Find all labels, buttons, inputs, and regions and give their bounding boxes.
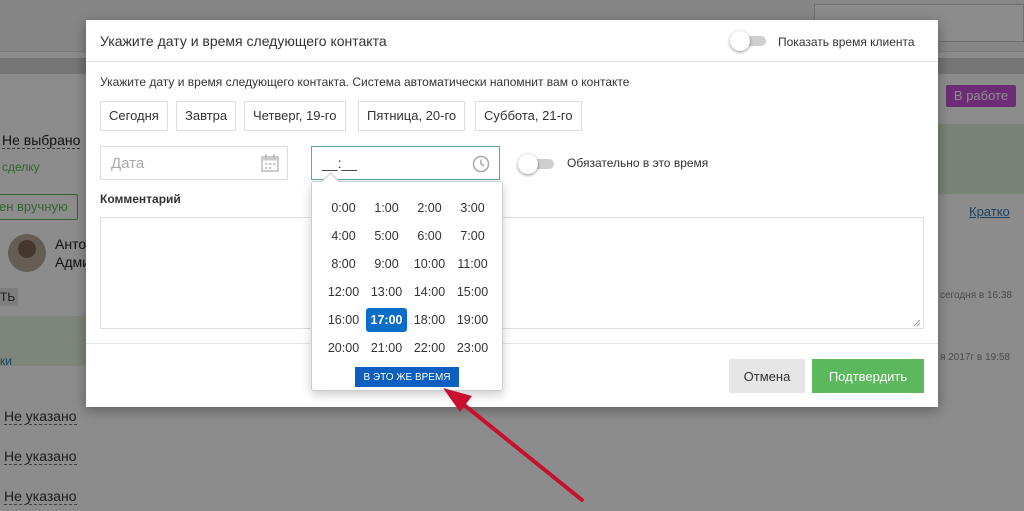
- time-option-label: 10:00: [413, 257, 446, 271]
- time-option-label: 16:00: [327, 313, 360, 327]
- time-option-label: 12:00: [327, 285, 360, 299]
- client-time-toggle[interactable]: [730, 31, 766, 51]
- time-option[interactable]: 17:00: [365, 306, 408, 334]
- modal-footer-divider: [86, 343, 938, 344]
- resize-grip-icon[interactable]: [912, 318, 921, 327]
- time-picker-dropdown: 0:00 1:00 2:00 3:00 4:00 5:00 6:00 7:00 8:00 9:00…: [311, 181, 503, 391]
- time-option[interactable]: 20:00: [322, 334, 365, 362]
- time-option[interactable]: 9:00: [365, 250, 408, 278]
- confirm-button[interactable]: Подтвердить: [812, 359, 924, 393]
- quick-date-saturday[interactable]: Суббота, 21-го: [475, 101, 582, 131]
- time-option[interactable]: 12:00: [322, 278, 365, 306]
- time-option[interactable]: 8:00: [322, 250, 365, 278]
- time-option[interactable]: 21:00: [365, 334, 408, 362]
- time-grid: 0:00 1:00 2:00 3:00 4:00 5:00 6:00 7:00 8:00 9:00…: [322, 194, 494, 362]
- toggle-knob: [518, 154, 538, 174]
- time-option[interactable]: 15:00: [451, 278, 494, 306]
- time-option[interactable]: 13:00: [365, 278, 408, 306]
- time-field[interactable]: [311, 146, 500, 180]
- quick-date-thursday[interactable]: Четверг, 19-го: [244, 101, 346, 131]
- time-option[interactable]: 22:00: [408, 334, 451, 362]
- time-option-label: 9:00: [374, 257, 399, 271]
- time-option-label: 1:00: [374, 201, 399, 215]
- next-contact-modal: Укажите дату и время следующего контакта…: [86, 20, 938, 407]
- time-option[interactable]: 3:00: [451, 194, 494, 222]
- time-option[interactable]: 7:00: [451, 222, 494, 250]
- time-option-label: 23:00: [456, 341, 489, 355]
- clock-icon[interactable]: [472, 155, 490, 173]
- quick-date-tomorrow[interactable]: Завтра: [176, 101, 237, 131]
- date-input[interactable]: [101, 147, 251, 179]
- same-time-button[interactable]: В ЭТО ЖЕ ВРЕМЯ: [355, 367, 459, 387]
- modal-title: Укажите дату и время следующего контакта: [100, 33, 387, 49]
- time-option-label: 4:00: [331, 229, 356, 243]
- time-option[interactable]: 6:00: [408, 222, 451, 250]
- exact-time-toggle-label: Обязательно в это время: [567, 156, 709, 170]
- time-option[interactable]: 18:00: [408, 306, 451, 334]
- toggle-knob: [730, 31, 750, 51]
- quick-date-friday[interactable]: Пятница, 20-го: [358, 101, 466, 131]
- time-option-label: 8:00: [331, 257, 356, 271]
- time-option[interactable]: 16:00: [322, 306, 365, 334]
- time-option-label: 2:00: [417, 201, 442, 215]
- time-option-label: 22:00: [413, 341, 446, 355]
- time-option[interactable]: 0:00: [322, 194, 365, 222]
- time-option-label: 3:00: [460, 201, 485, 215]
- date-field[interactable]: [100, 146, 288, 180]
- time-option[interactable]: 4:00: [322, 222, 365, 250]
- instructions-text: Укажите дату и время следующего контакта…: [100, 75, 630, 89]
- time-option[interactable]: 19:00: [451, 306, 494, 334]
- time-option-label: 15:00: [456, 285, 489, 299]
- time-option-label: 6:00: [417, 229, 442, 243]
- time-option-label: 19:00: [456, 313, 489, 327]
- time-option-label: 5:00: [374, 229, 399, 243]
- time-option-label: 20:00: [327, 341, 360, 355]
- time-option-label: 7:00: [460, 229, 485, 243]
- time-option[interactable]: 11:00: [451, 250, 494, 278]
- time-option-label: 13:00: [370, 285, 403, 299]
- time-option[interactable]: 5:00: [365, 222, 408, 250]
- cancel-button[interactable]: Отмена: [729, 359, 805, 393]
- time-input[interactable]: [312, 147, 462, 179]
- time-option-label: 21:00: [370, 341, 403, 355]
- time-option[interactable]: 1:00: [365, 194, 408, 222]
- time-option-label: 17:00: [365, 308, 408, 332]
- time-option-label: 11:00: [457, 257, 488, 271]
- comment-label: Комментарий: [100, 192, 181, 206]
- time-option-label: 14:00: [413, 285, 446, 299]
- client-time-toggle-label: Показать время клиента: [778, 35, 915, 49]
- modal-header: Укажите дату и время следующего контакта…: [86, 20, 938, 62]
- time-option[interactable]: 14:00: [408, 278, 451, 306]
- time-option-label: 0:00: [331, 201, 356, 215]
- exact-time-toggle[interactable]: [518, 154, 554, 174]
- time-option[interactable]: 10:00: [408, 250, 451, 278]
- calendar-icon[interactable]: [261, 154, 279, 172]
- quick-date-today[interactable]: Сегодня: [100, 101, 168, 131]
- time-option[interactable]: 2:00: [408, 194, 451, 222]
- comment-textarea[interactable]: [100, 217, 924, 329]
- time-option[interactable]: 23:00: [451, 334, 494, 362]
- time-option-label: 18:00: [413, 313, 446, 327]
